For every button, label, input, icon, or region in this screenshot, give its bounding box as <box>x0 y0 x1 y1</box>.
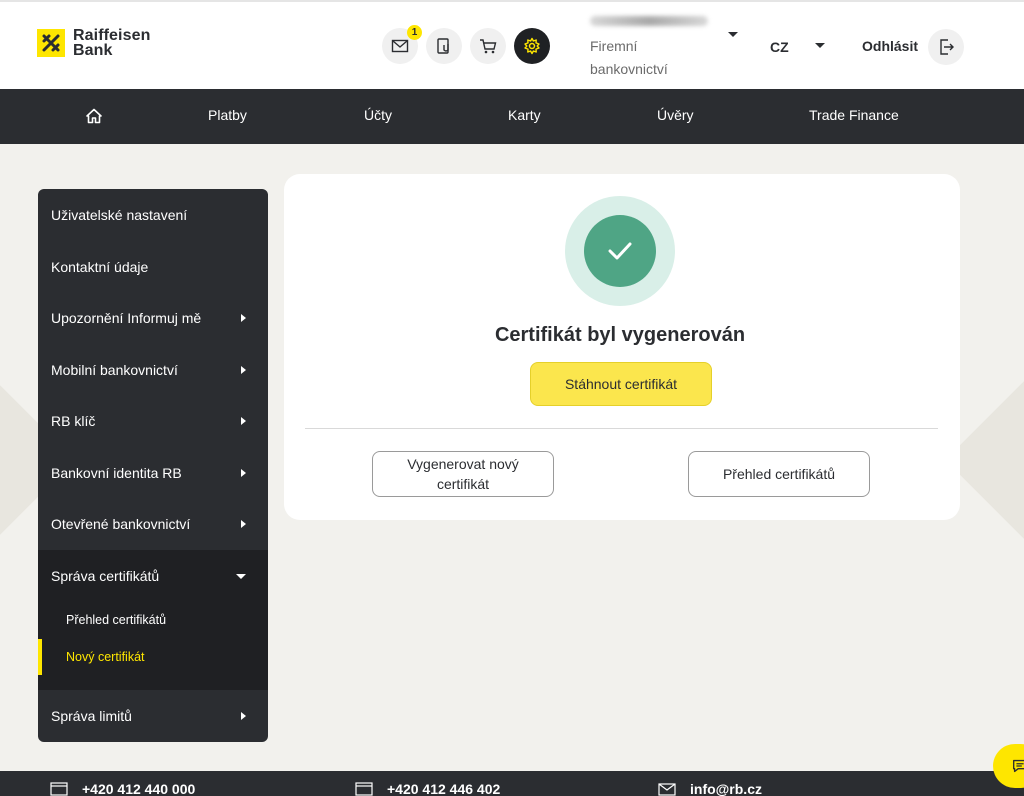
sidebar-item-label: Upozornění Informuj mě <box>51 310 202 326</box>
mail-count-badge: 1 <box>407 25 422 40</box>
sidebar-item-label: Otevřené bankovnictví <box>51 516 191 532</box>
sidebar-subitem-label: Přehled certifikátů <box>66 613 167 627</box>
sidebar-item-open-banking[interactable]: Otevřené bankovnictví <box>38 504 268 544</box>
home-icon[interactable] <box>84 106 104 126</box>
success-circle <box>584 215 656 287</box>
language-chevron-down-icon[interactable] <box>815 43 825 48</box>
sidebar-item-label: Správa certifikátů <box>51 568 160 584</box>
sidebar-item-label: Správa limitů <box>51 708 132 724</box>
nav-item-karty[interactable]: Karty <box>508 107 541 123</box>
generate-new-certificate-button[interactable]: Vygenerovat nový certifikát <box>372 451 554 497</box>
sidebar-item-label: RB klíč <box>51 413 96 429</box>
logout-button[interactable]: Odhlásit <box>862 38 918 54</box>
cart-icon <box>480 39 497 54</box>
logout-icon <box>940 39 954 55</box>
sidebar-section-certificates: Správa certifikátů Přehled certifikátů N… <box>38 550 268 690</box>
nav-item-platby[interactable]: Platby <box>208 107 247 123</box>
chevron-right-icon <box>241 366 246 374</box>
chevron-right-icon <box>241 469 246 477</box>
account-name-redacted <box>590 16 708 26</box>
sidebar-item-label: Mobilní bankovnictví <box>51 362 178 378</box>
sidebar-item-user-settings[interactable]: Uživatelské nastavení <box>38 195 268 235</box>
settings-button[interactable] <box>514 28 550 64</box>
sidebar-item-label: Bankovní identita RB <box>51 465 182 481</box>
cart-button[interactable] <box>470 28 506 64</box>
chevron-right-icon <box>241 314 246 322</box>
phone-number: +420 412 440 000 <box>82 781 196 796</box>
nav-item-trade-finance[interactable]: Trade Finance <box>809 107 899 123</box>
chevron-right-icon <box>241 712 246 720</box>
footer-email[interactable]: info@rb.cz <box>658 781 762 796</box>
sidebar-item-bank-identity[interactable]: Bankovní identita RB <box>38 453 268 493</box>
account-type: Firemní bankovnictví <box>590 38 668 77</box>
sidebar-item-rb-key[interactable]: RB klíč <box>38 401 268 441</box>
sidebar-item-label: Kontaktní údaje <box>51 259 149 275</box>
sidebar-item-contact-details[interactable]: Kontaktní údaje <box>38 247 268 287</box>
account-switcher[interactable]: Firemní bankovnictví <box>590 16 740 81</box>
main-navigation: Platby Účty Karty Úvěry Trade Finance <box>0 89 1024 144</box>
phone-number: +420 412 446 402 <box>387 781 501 796</box>
footer-phone-1[interactable]: +420 412 440 000 <box>50 781 195 796</box>
logout-icon-button[interactable] <box>928 29 964 65</box>
sidebar-subitem-new-certificate[interactable]: Nový certifikát <box>38 639 268 675</box>
header-icons: 1 <box>382 25 550 64</box>
account-chevron-down-icon[interactable] <box>728 32 738 37</box>
sidebar-item-limit-management[interactable]: Správa limitů <box>38 696 268 736</box>
documents-button[interactable] <box>426 28 462 64</box>
chevron-down-icon <box>236 573 246 579</box>
mail-icon <box>391 39 409 53</box>
raiffeisen-logo[interactable]: Raiffeisen Bank <box>37 27 151 59</box>
footer: +420 412 440 000 +420 412 446 402 info@r… <box>0 771 1024 796</box>
settings-icon <box>524 37 540 55</box>
chevron-right-icon <box>241 520 246 528</box>
sidebar-item-label: Uživatelské nastavení <box>51 207 188 223</box>
certificate-success-card: Certifikát byl vygenerován Stáhnout cert… <box>284 174 960 520</box>
divider <box>305 428 938 429</box>
logo-mark-icon <box>37 29 65 57</box>
settings-sidebar: Uživatelské nastavení Kontaktní údaje Up… <box>38 189 268 742</box>
nav-item-ucty[interactable]: Účty <box>364 107 392 123</box>
chevron-right-icon <box>241 417 246 425</box>
certificate-overview-button[interactable]: Přehled certifikátů <box>688 451 870 497</box>
phone-icon <box>50 782 68 796</box>
success-title: Certifikát byl vygenerován <box>494 324 746 346</box>
nav-item-uvery[interactable]: Úvěry <box>657 107 694 123</box>
email-address: info@rb.cz <box>690 781 762 796</box>
email-icon <box>658 783 676 796</box>
documents-icon <box>437 38 449 54</box>
download-certificate-button[interactable]: Stáhnout certifikát <box>530 362 712 406</box>
checkmark-icon <box>608 242 632 260</box>
brand-name-line2: Bank <box>73 42 113 59</box>
phone-icon <box>355 782 373 796</box>
sidebar-item-notifications[interactable]: Upozornění Informuj mě <box>38 298 268 338</box>
sidebar-item-certificate-management[interactable]: Správa certifikátů <box>38 556 268 596</box>
sidebar-subitem-label: Nový certifikát <box>66 650 145 664</box>
logo-text: Raiffeisen Bank <box>73 27 151 59</box>
sidebar-subitem-certificate-overview[interactable]: Přehled certifikátů <box>38 605 268 635</box>
language-selector[interactable]: CZ <box>770 39 789 55</box>
brand-name-line1: Raiffeisen <box>73 27 151 44</box>
chat-icon <box>1013 759 1024 773</box>
success-indicator <box>565 196 675 306</box>
header: Raiffeisen Bank 1 Firemní bankovnictví C… <box>0 0 1024 89</box>
sidebar-item-mobile-banking[interactable]: Mobilní bankovnictví <box>38 350 268 390</box>
footer-phone-2[interactable]: +420 412 446 402 <box>355 781 500 796</box>
mail-button[interactable]: 1 <box>382 25 422 64</box>
